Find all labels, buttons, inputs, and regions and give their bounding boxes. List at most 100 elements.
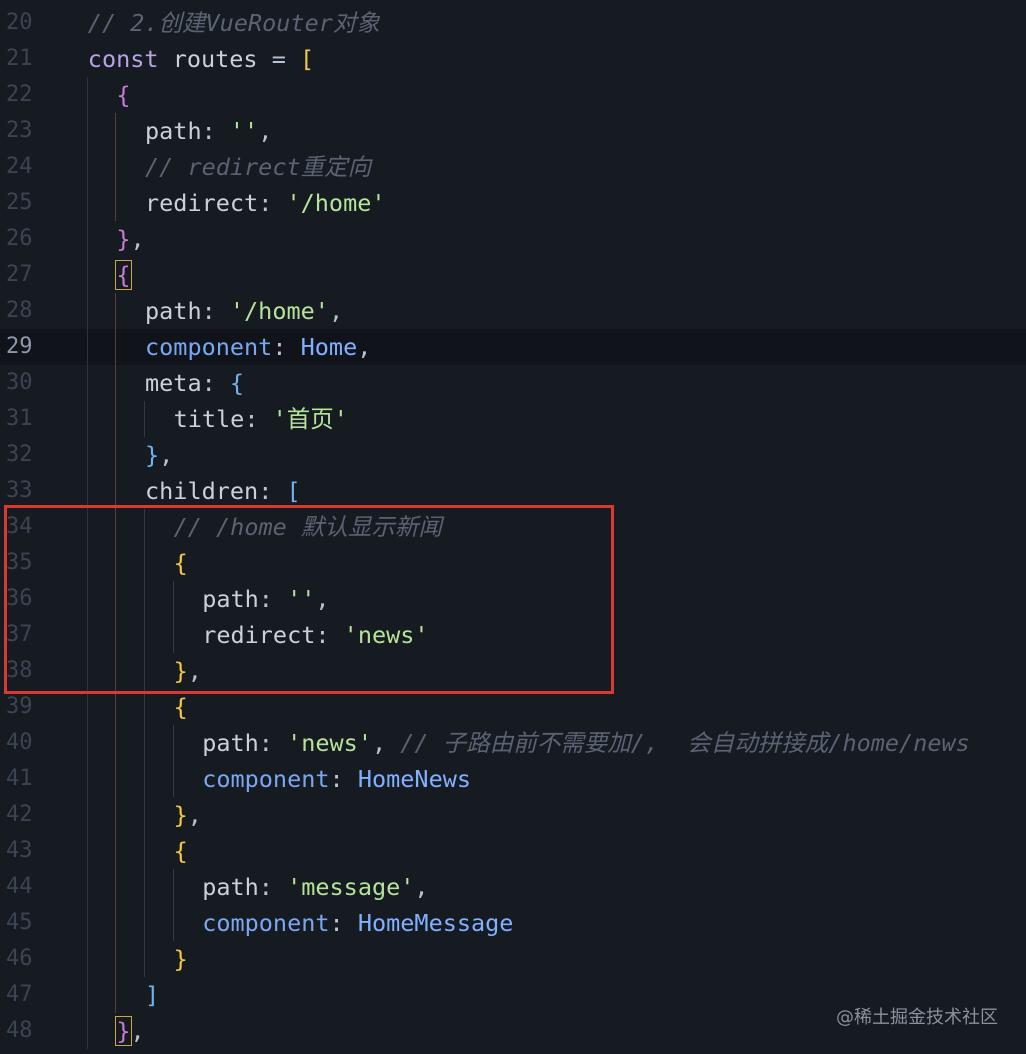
code-line[interactable]: 26}, bbox=[0, 221, 1026, 257]
line-number: 46 bbox=[6, 946, 33, 971]
code-text: { bbox=[174, 689, 188, 725]
indent-guide bbox=[86, 977, 88, 1013]
code-line[interactable]: 43 { bbox=[0, 833, 1026, 869]
code-token: title bbox=[173, 405, 245, 433]
code-token: ] bbox=[145, 981, 160, 1009]
indent-guide bbox=[144, 725, 145, 761]
code-line[interactable]: 23 path: '', bbox=[0, 113, 1026, 149]
indent-guide bbox=[144, 905, 145, 941]
code-line[interactable]: 29 component: Home, bbox=[0, 329, 1026, 365]
code-token: component bbox=[202, 765, 330, 793]
indent-guide bbox=[144, 761, 145, 797]
code-text: }, bbox=[116, 221, 144, 257]
code-token: , bbox=[371, 729, 401, 757]
code-line[interactable]: 39 { bbox=[0, 689, 1026, 725]
code-text: path: '', bbox=[145, 113, 272, 149]
code-token: , bbox=[258, 117, 273, 145]
code-token: Home bbox=[300, 333, 358, 361]
indent-guide bbox=[86, 725, 88, 761]
code-line[interactable]: 30 meta: { bbox=[0, 365, 1026, 401]
code-token: component bbox=[202, 909, 330, 937]
code-text: component: HomeNews bbox=[202, 761, 471, 797]
line-number: 44 bbox=[6, 874, 33, 899]
code-text: // redirect重定向 bbox=[145, 149, 371, 185]
code-line[interactable]: 41 component: HomeNews bbox=[0, 761, 1026, 797]
line-number: 29 bbox=[6, 334, 33, 359]
indent-guide bbox=[144, 869, 145, 905]
code-token: } bbox=[116, 225, 131, 253]
code-text: const routes = [ bbox=[88, 41, 314, 77]
indent-guide bbox=[86, 761, 88, 797]
code-editor[interactable]: 20// 2.创建VueRouter对象 21 const routes = [22… bbox=[0, 0, 1026, 1054]
indent-guide bbox=[86, 869, 88, 905]
indent-guide bbox=[115, 329, 117, 365]
code-line[interactable]: 42}, bbox=[0, 797, 1026, 833]
code-token: : bbox=[201, 369, 230, 397]
code-token: { bbox=[115, 260, 132, 290]
indent-guide bbox=[172, 869, 174, 905]
code-line[interactable]: 27 { bbox=[0, 257, 1026, 293]
code-token: : bbox=[201, 117, 230, 145]
code-text: { bbox=[174, 833, 188, 869]
indent-guide bbox=[115, 473, 117, 509]
code-token: // 子路由前不需要加/, 会自动拼接成/home/news bbox=[400, 729, 970, 757]
code-text: }, bbox=[174, 797, 202, 833]
code-token: { bbox=[173, 837, 188, 865]
line-number: 32 bbox=[6, 442, 33, 467]
code-token: component bbox=[145, 333, 273, 361]
code-token: : bbox=[258, 189, 287, 217]
code-line[interactable]: 44 path: 'message', bbox=[0, 869, 1026, 905]
indent-guide bbox=[115, 113, 117, 149]
indent-guide bbox=[86, 329, 88, 365]
code-line[interactable]: 33 children: [ bbox=[0, 473, 1026, 509]
watermark: @稀土掘金技术社区 bbox=[836, 1007, 998, 1028]
indent-guide bbox=[115, 149, 117, 185]
code-token: : bbox=[244, 405, 273, 433]
code-line[interactable]: 40 path: 'news', // 子路由前不需要加/, 会自动拼接成/hom… bbox=[0, 725, 1026, 761]
code-token: : bbox=[258, 729, 288, 757]
indent-guide bbox=[115, 293, 117, 329]
code-token: : bbox=[258, 477, 287, 505]
indent-guide bbox=[86, 113, 88, 149]
indent-guide bbox=[144, 833, 145, 869]
code-token: path bbox=[145, 117, 202, 145]
indent-guide bbox=[115, 437, 117, 473]
code-text: title: '首页' bbox=[174, 401, 348, 437]
code-token: } bbox=[173, 945, 188, 973]
code-line[interactable]: 21 const routes = [ bbox=[0, 41, 1026, 77]
code-token: = bbox=[271, 45, 286, 73]
code-line[interactable]: 28 path: '/home', bbox=[0, 293, 1026, 329]
indent-guide bbox=[144, 941, 145, 977]
annotation-highlight-box bbox=[4, 505, 614, 694]
line-number: 31 bbox=[6, 406, 33, 431]
code-line[interactable]: 24 // redirect重定向 bbox=[0, 149, 1026, 185]
indent-guide bbox=[172, 905, 174, 941]
indent-guide bbox=[86, 1013, 88, 1049]
indent-guide bbox=[86, 401, 88, 437]
line-number: 23 bbox=[6, 118, 33, 143]
code-line[interactable]: 31 title: '首页' bbox=[0, 401, 1026, 437]
line-number: 26 bbox=[6, 226, 33, 251]
line-number: 24 bbox=[6, 154, 33, 179]
code-line[interactable]: 20 // 2.创建VueRouter对象 bbox=[0, 5, 1026, 41]
code-token: meta bbox=[145, 369, 202, 397]
code-token: , bbox=[414, 873, 429, 901]
code-line[interactable]: 32}, bbox=[0, 437, 1026, 473]
code-token: // 2.创建VueRouter对象 bbox=[87, 9, 380, 37]
code-token: } bbox=[115, 1016, 132, 1046]
code-line[interactable]: 25 redirect: '/home' bbox=[0, 185, 1026, 221]
code-token: , bbox=[328, 297, 344, 325]
code-line[interactable]: 46} bbox=[0, 941, 1026, 977]
code-line[interactable]: 22 { bbox=[0, 77, 1026, 113]
code-token: routes bbox=[158, 45, 272, 73]
code-token: redirect bbox=[145, 189, 259, 217]
indent-guide bbox=[115, 905, 117, 941]
code-token: path bbox=[145, 297, 202, 325]
code-text: children: [ bbox=[145, 473, 301, 509]
code-line[interactable]: 45 component: HomeMessage bbox=[0, 905, 1026, 941]
code-text: ] bbox=[145, 977, 159, 1013]
code-token: '/home' bbox=[286, 189, 386, 217]
line-number: 33 bbox=[6, 478, 33, 503]
line-number: 27 bbox=[6, 262, 33, 287]
code-token: '/home' bbox=[229, 297, 329, 325]
